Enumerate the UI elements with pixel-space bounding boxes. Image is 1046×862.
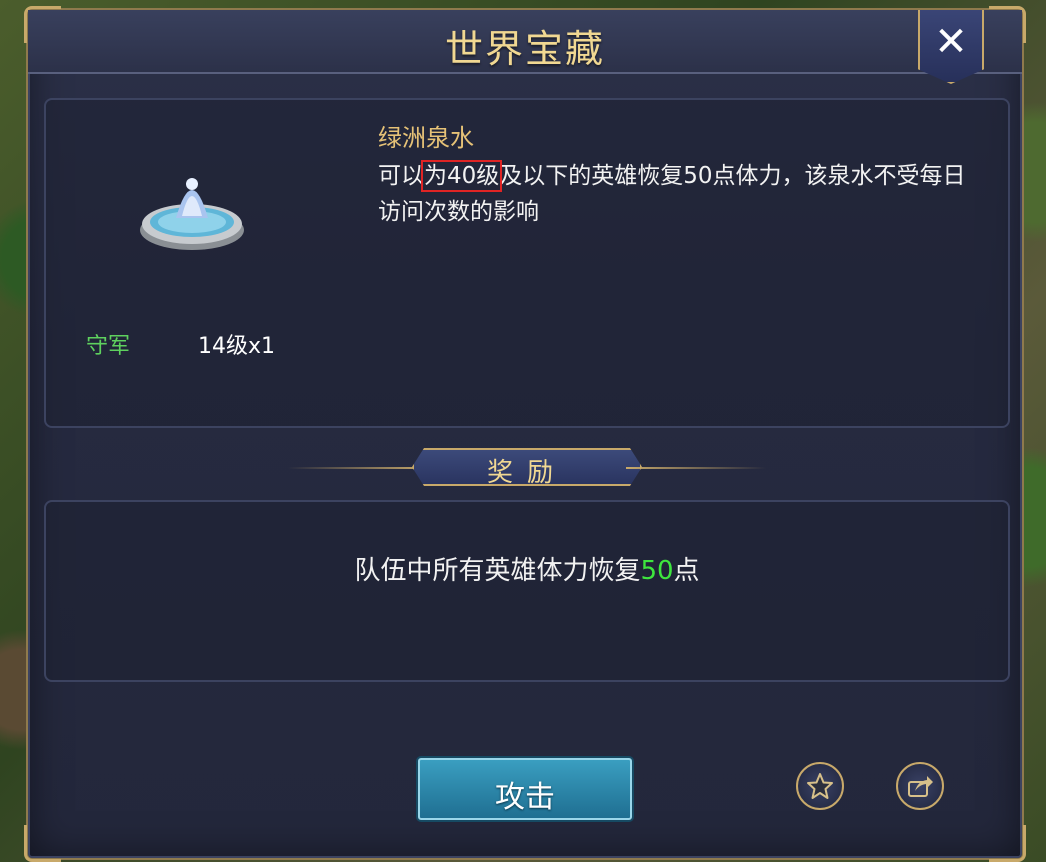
close-icon: ✕ — [934, 19, 968, 65]
world-treasure-dialog: 世界宝藏 ✕ 守军 14级x1 绿洲泉水 可以为40级及以下的英雄恢复50点体力… — [24, 6, 1026, 862]
reward-section-header: 奖励 — [288, 446, 766, 490]
reward-description: 队伍中所有英雄体力恢复50点 — [46, 550, 1008, 587]
reward-plaque: 奖励 — [412, 448, 642, 486]
reward-title: 奖励 — [486, 458, 567, 488]
reward-panel: 队伍中所有英雄体力恢复50点 — [44, 500, 1010, 682]
dialog-title: 世界宝藏 — [444, 27, 605, 71]
guard-value: 14级x1 — [198, 334, 276, 359]
attack-button[interactable]: 攻击 — [418, 758, 632, 820]
frame-corner — [24, 825, 61, 862]
dialog-titlebar: 世界宝藏 — [28, 10, 1022, 74]
star-icon — [807, 773, 833, 799]
favorite-button[interactable] — [796, 762, 844, 810]
share-icon — [908, 776, 933, 797]
divider — [288, 467, 428, 469]
divider — [626, 467, 766, 469]
frame-corner — [989, 825, 1026, 862]
fountain-icon — [136, 166, 248, 256]
reward-text: 队伍中所有英雄体力恢复 — [354, 556, 641, 586]
treasure-description: 可以为40级及以下的英雄恢复50点体力，该泉水不受每日访问次数的影响 — [378, 158, 978, 230]
reward-amount: 50 — [640, 556, 674, 586]
reward-text: 点 — [673, 556, 700, 586]
attack-label: 攻击 — [495, 780, 555, 815]
treasure-info-panel: 守军 14级x1 绿洲泉水 可以为40级及以下的英雄恢复50点体力，该泉水不受每… — [44, 98, 1010, 428]
level-highlight: 为40级 — [420, 160, 503, 192]
guard-label: 守军 — [86, 334, 131, 359]
treasure-name: 绿洲泉水 — [378, 124, 474, 152]
close-button[interactable]: ✕ — [918, 10, 984, 84]
description-text: 可以 — [378, 163, 424, 189]
share-button[interactable] — [896, 762, 944, 810]
